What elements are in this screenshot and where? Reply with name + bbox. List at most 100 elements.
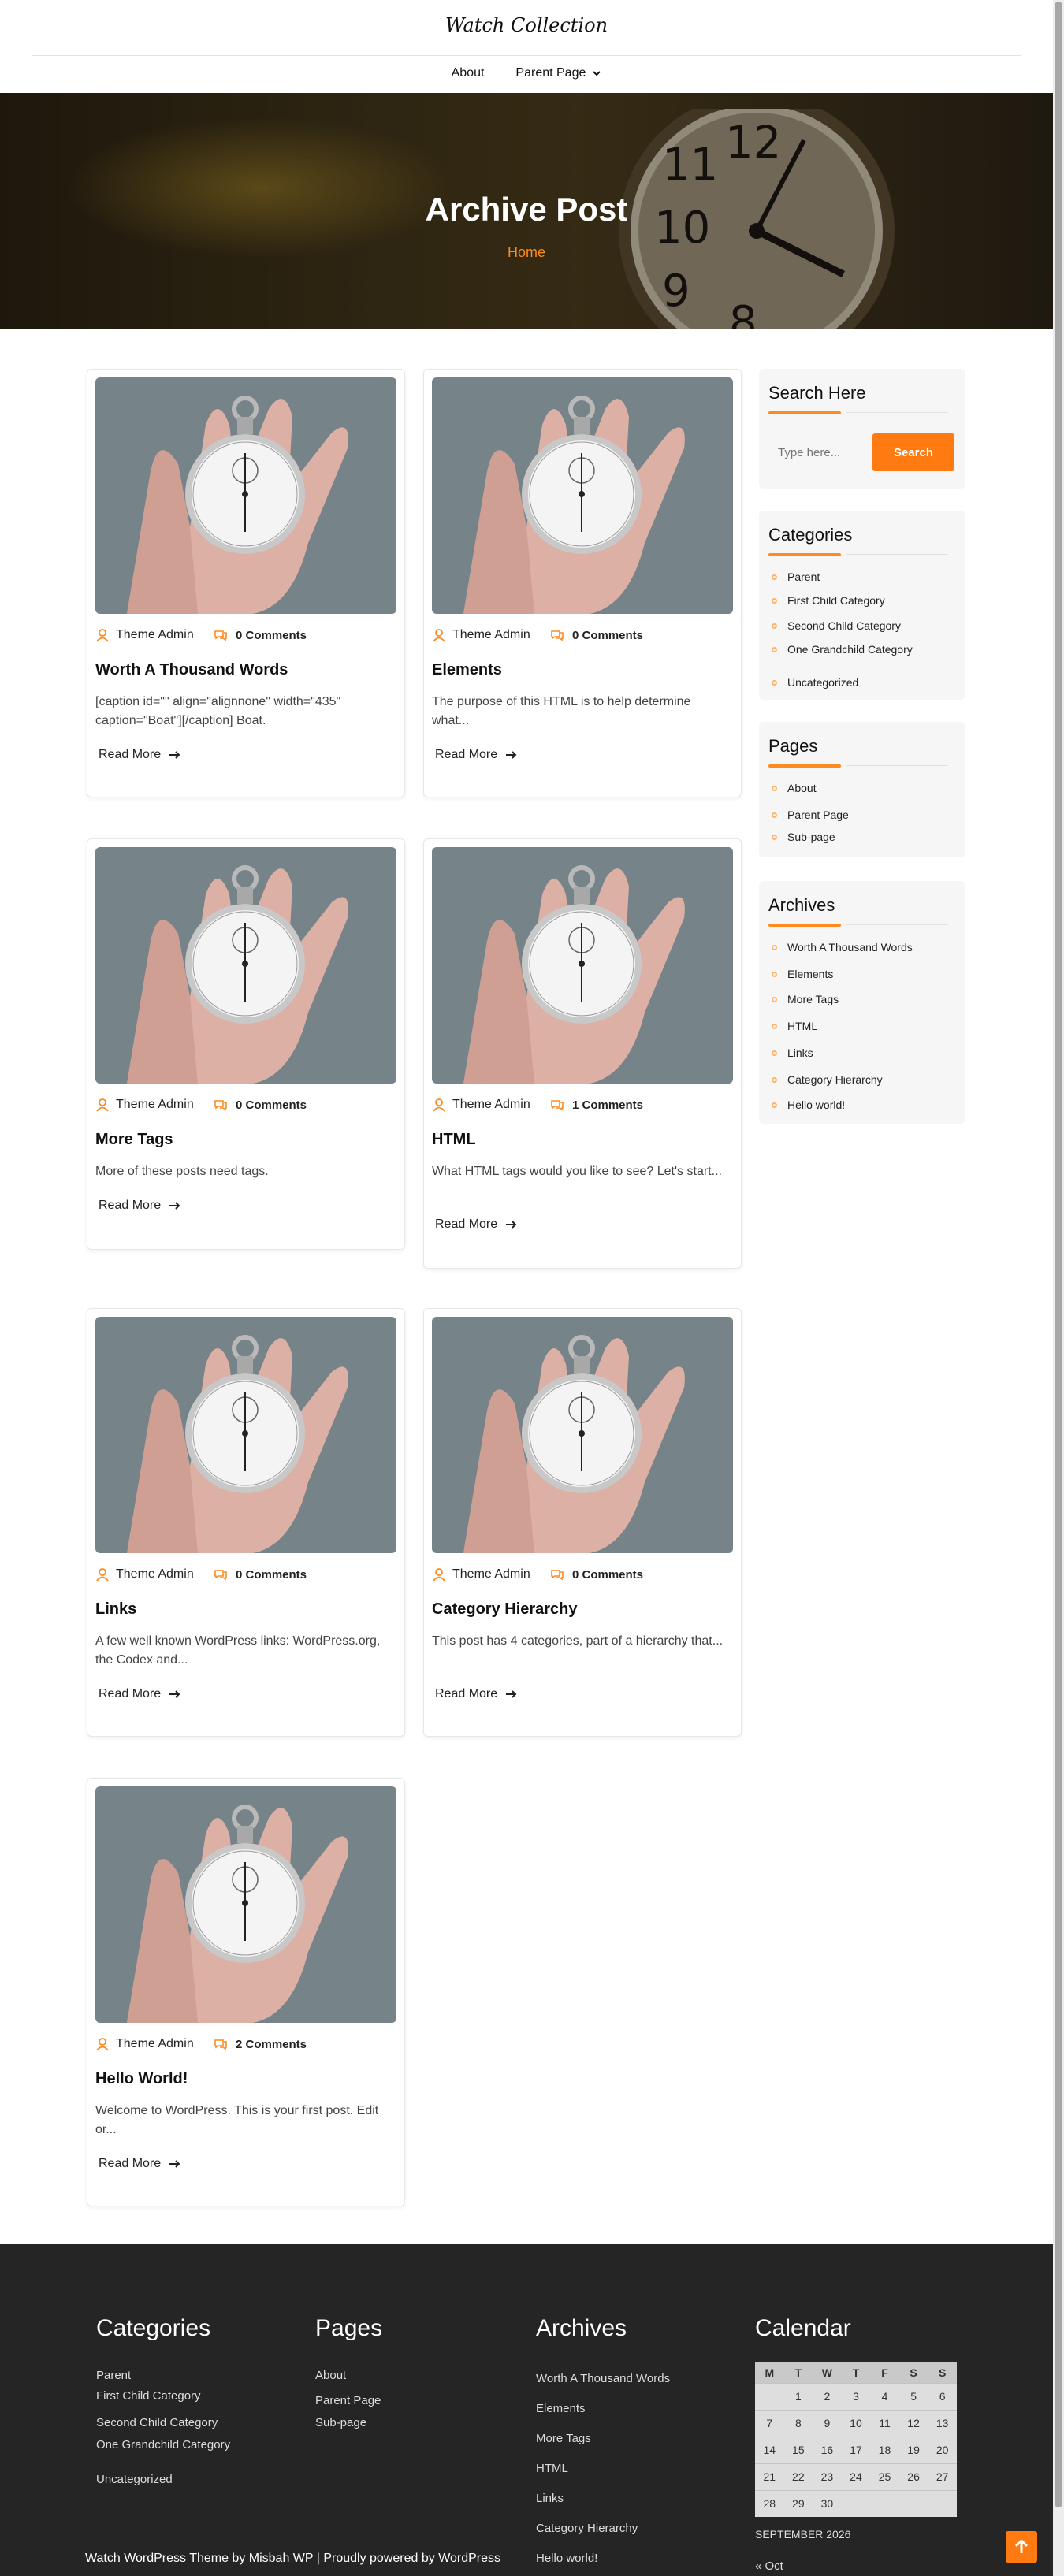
page-title: Archive Post [425, 191, 628, 228]
list-item[interactable]: Sub-page [768, 831, 835, 843]
post-thumbnail[interactable] [432, 847, 733, 1084]
post-thumbnail[interactable] [432, 377, 733, 614]
calendar-prev-link[interactable]: « Oct [755, 2559, 783, 2573]
stopwatch-image [95, 847, 396, 1084]
read-more-link[interactable]: Read More [99, 2157, 181, 2171]
comments-count: 1 Comments [572, 1098, 644, 1112]
list-item[interactable]: Category Hierarchy [536, 2522, 638, 2535]
list-item[interactable]: First Child Category [96, 2389, 201, 2403]
list-item[interactable]: HTML [536, 2462, 568, 2475]
list-item[interactable]: First Child Category [768, 594, 885, 607]
list-item[interactable]: Second Child Category [768, 619, 901, 632]
post-thumbnail[interactable] [95, 847, 396, 1084]
post-title[interactable]: Worth A Thousand Words [95, 661, 288, 679]
calendar-week-row: 28 29 30 [755, 2489, 957, 2517]
list-item[interactable]: Uncategorized [96, 2473, 173, 2486]
list-item[interactable]: Sub-page [315, 2416, 366, 2429]
post-title[interactable]: HTML [432, 1131, 476, 1149]
read-more-label: Read More [435, 1217, 498, 1231]
list-item[interactable]: One Grandchild Category [96, 2438, 230, 2451]
list-item[interactable]: Worth A Thousand Words [768, 941, 913, 953]
list-item[interactable]: Links [536, 2492, 564, 2505]
post-thumbnail[interactable] [432, 1317, 733, 1553]
list-item[interactable]: More Tags [536, 2432, 591, 2445]
read-more-link[interactable]: Read More [435, 748, 518, 762]
read-more-link[interactable]: Read More [99, 1199, 181, 1213]
nav-item-about[interactable]: About [452, 66, 485, 80]
list-item[interactable]: One Grandchild Category [768, 643, 913, 656]
list-item[interactable]: Uncategorized [768, 676, 858, 689]
calendar-day: 26 [898, 2463, 928, 2490]
calendar-day: 14 [755, 2436, 784, 2463]
read-more-link[interactable]: Read More [435, 1687, 518, 1701]
search-input[interactable] [768, 433, 874, 471]
list-item[interactable]: About [315, 2369, 346, 2382]
list-item[interactable]: Elements [768, 968, 833, 980]
list-item[interactable]: Category Hierarchy [768, 1073, 883, 1086]
post-author[interactable]: Theme Admin [432, 1567, 530, 1582]
user-icon [96, 1568, 109, 1582]
post-title[interactable]: Category Hierarchy [432, 1600, 578, 1619]
scrollbar-thumb[interactable] [1055, 2, 1062, 2507]
post-comments[interactable]: 0 Comments [214, 1567, 307, 1582]
list-item[interactable]: Second Child Category [96, 2416, 218, 2429]
list-item[interactable]: Parent Page [315, 2394, 381, 2407]
breadcrumb[interactable]: Home [0, 244, 1053, 261]
author-name: Theme Admin [116, 628, 194, 641]
post-comments[interactable]: 0 Comments [550, 1567, 643, 1582]
post-comments[interactable]: 0 Comments [214, 628, 307, 642]
list-item[interactable]: Parent Page [768, 808, 849, 821]
chevron-down-icon [593, 71, 601, 76]
list-item[interactable]: HTML [768, 1020, 817, 1032]
post-comments[interactable]: 0 Comments [550, 628, 643, 642]
page-scrollbar[interactable] [1053, 0, 1064, 2576]
post-thumbnail[interactable] [95, 377, 396, 614]
back-to-top-button[interactable] [1006, 2531, 1037, 2563]
post-title[interactable]: Hello World! [95, 2070, 188, 2088]
list-item[interactable]: About [768, 782, 817, 794]
nav-item-parent-page[interactable]: Parent Page [515, 66, 601, 80]
stopwatch-image [95, 377, 396, 614]
list-item[interactable]: Links [768, 1046, 813, 1059]
post-author[interactable]: Theme Admin [95, 1567, 194, 1582]
user-icon [96, 629, 109, 642]
nav-item-label: Parent Page [515, 66, 586, 80]
post-author[interactable]: Theme Admin [95, 2037, 194, 2051]
read-more-label: Read More [99, 1687, 162, 1701]
post-author[interactable]: Theme Admin [432, 1098, 530, 1112]
calendar-day [870, 2489, 899, 2517]
read-more-link[interactable]: Read More [99, 1687, 181, 1701]
post-author[interactable]: Theme Admin [432, 628, 530, 642]
post-author[interactable]: Theme Admin [95, 1098, 194, 1112]
calendar-caption: SEPTEMBER 2026 [755, 2528, 851, 2541]
search-button[interactable]: Search [872, 433, 954, 471]
stopwatch-image [432, 847, 733, 1084]
comments-icon [551, 630, 564, 641]
post-title[interactable]: Links [95, 1600, 136, 1619]
list-item[interactable]: Elements [536, 2402, 586, 2415]
read-more-link[interactable]: Read More [99, 748, 181, 762]
post-author[interactable]: Theme Admin [95, 628, 194, 642]
list-item[interactable]: Hello world! [768, 1098, 845, 1111]
site-title[interactable]: Watch Collection [0, 14, 1053, 36]
widget-title: Categories [768, 525, 853, 545]
post-comments[interactable]: 2 Comments [214, 2037, 307, 2051]
read-more-label: Read More [99, 748, 162, 761]
post-title[interactable]: Elements [432, 661, 502, 679]
post-comments[interactable]: 0 Comments [214, 1098, 307, 1112]
list-item[interactable]: More Tags [768, 993, 839, 1005]
arrow-right-icon [169, 1690, 180, 1698]
calendar-day: 21 [755, 2463, 784, 2490]
post-title[interactable]: More Tags [95, 1131, 173, 1149]
list-item[interactable]: Parent [768, 571, 820, 583]
post-thumbnail[interactable] [95, 1786, 396, 2023]
list-item[interactable]: Worth A Thousand Words [536, 2372, 670, 2385]
comments-count: 0 Comments [236, 1567, 307, 1582]
post-comments[interactable]: 1 Comments [550, 1098, 643, 1112]
read-more-link[interactable]: Read More [435, 1217, 518, 1232]
calendar-weekday: T [783, 2362, 813, 2383]
read-more-label: Read More [435, 748, 498, 761]
list-item[interactable]: Hello world! [536, 2552, 597, 2565]
list-item[interactable]: Parent [96, 2369, 131, 2382]
post-thumbnail[interactable] [95, 1317, 396, 1553]
